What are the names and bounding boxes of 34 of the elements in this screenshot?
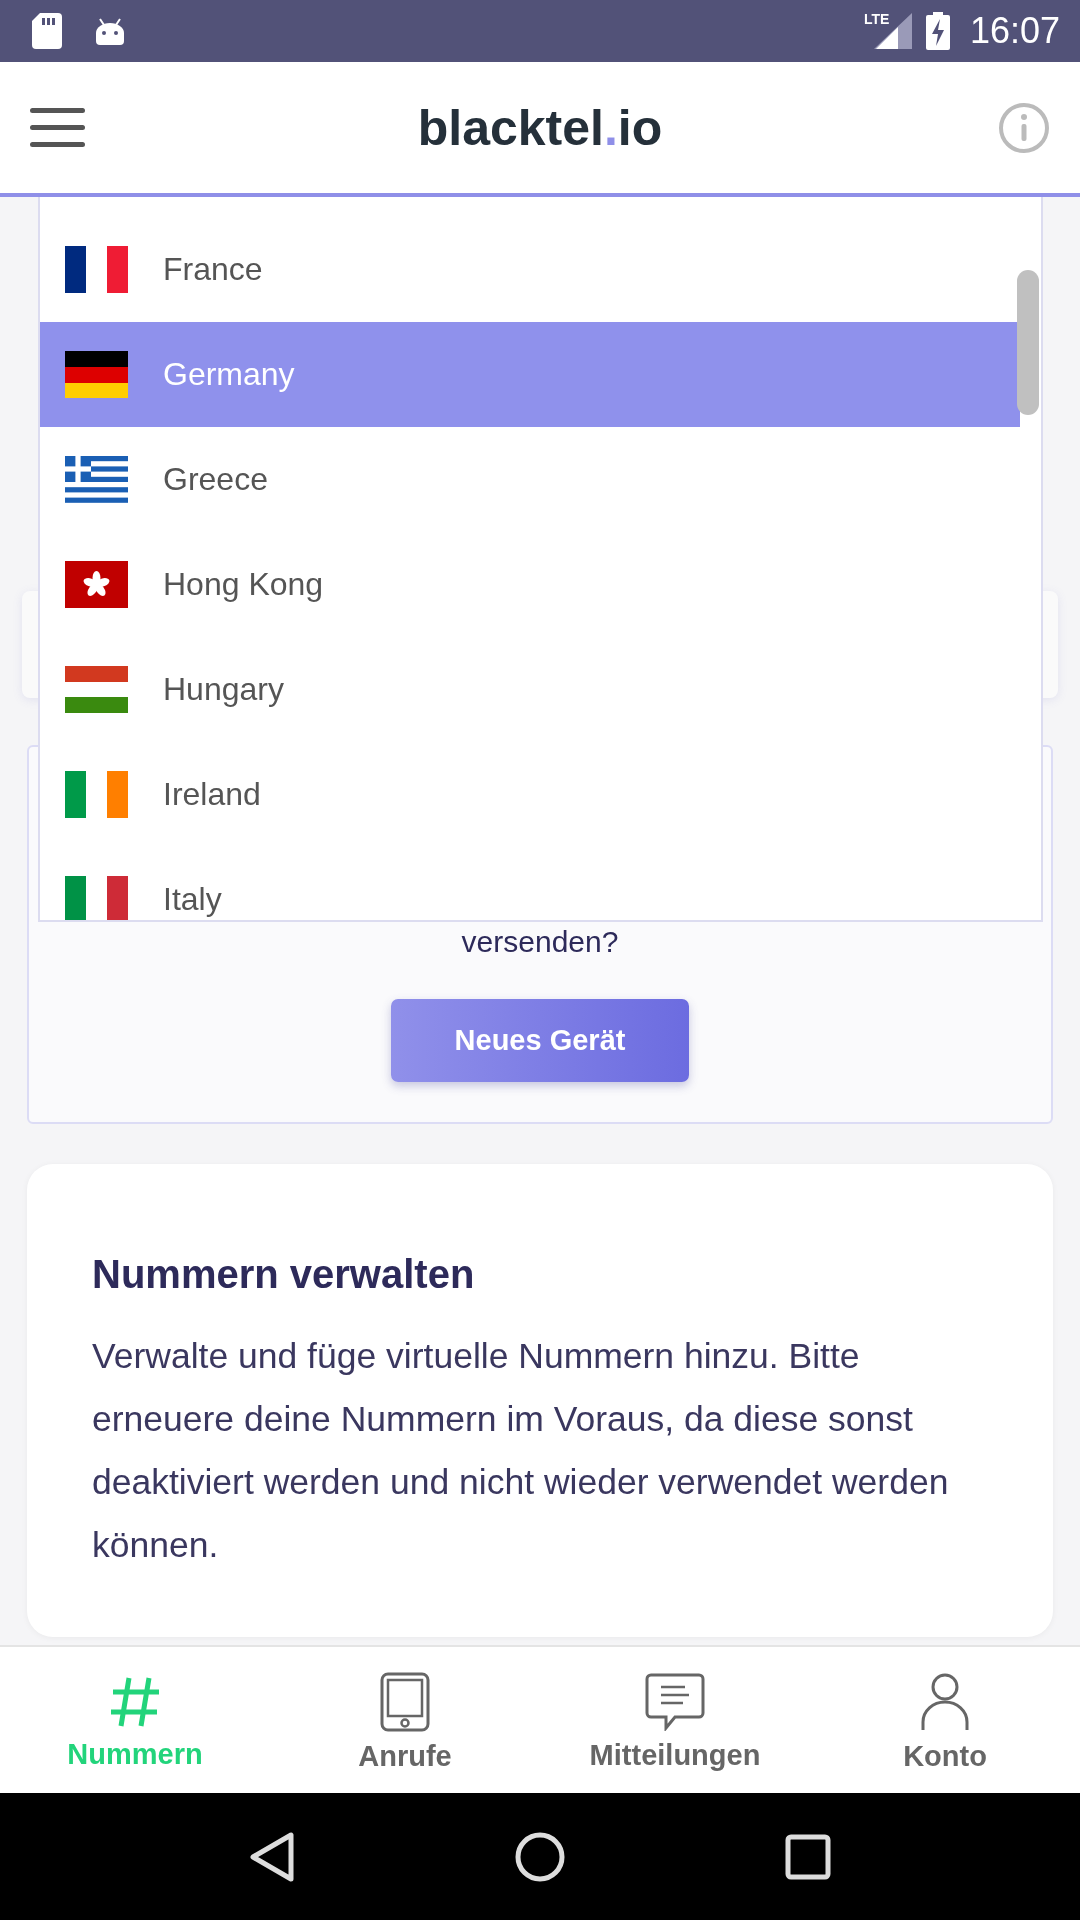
flag-icon xyxy=(65,771,128,818)
card-title: Nummern verwalten xyxy=(92,1252,476,1297)
flag-icon xyxy=(65,246,128,293)
message-icon xyxy=(645,1672,705,1731)
country-name: Ireland xyxy=(163,776,261,813)
home-icon[interactable] xyxy=(514,1830,566,1883)
country-name: Hong Kong xyxy=(163,566,324,603)
nav-tab[interactable]: Mitteilungen xyxy=(540,1647,810,1793)
nav-tab[interactable]: Konto xyxy=(810,1647,1080,1793)
flag-icon xyxy=(65,561,128,608)
scrollbar-thumb[interactable] xyxy=(1017,270,1039,415)
flag-icon xyxy=(65,351,128,398)
nav-tab[interactable]: Anrufe xyxy=(270,1647,540,1793)
country-name: Germany xyxy=(163,356,295,393)
sd-card-icon xyxy=(32,13,62,49)
country-name: Italy xyxy=(163,881,222,918)
clock-time: 16:07 xyxy=(969,10,1060,52)
country-name: Greece xyxy=(163,461,268,498)
country-name: Hungary xyxy=(163,671,284,708)
tablet-icon xyxy=(380,1671,430,1732)
country-name: France xyxy=(163,251,263,288)
back-icon[interactable] xyxy=(249,1830,296,1883)
flag-icon xyxy=(65,876,128,920)
flag-icon xyxy=(65,456,128,503)
card-description: Verwalte und füge virtuelle Nummern hinzu. Bitte erneuere deine Nummern im Voraus, da diese sonst deaktiviert werden und nicht wieder verwendet werden können. xyxy=(92,1335,950,1567)
logo: blacktel.io xyxy=(417,98,663,157)
account-icon xyxy=(920,1671,970,1732)
new-device-button[interactable]: Neues Gerät xyxy=(391,999,689,1082)
menu-icon[interactable] xyxy=(30,107,85,148)
recents-icon[interactable] xyxy=(784,1833,831,1880)
battery-charging-icon xyxy=(925,12,950,50)
network-type: LTE xyxy=(863,11,890,27)
card-text: versenden? xyxy=(461,925,619,959)
flag-icon xyxy=(65,666,128,713)
